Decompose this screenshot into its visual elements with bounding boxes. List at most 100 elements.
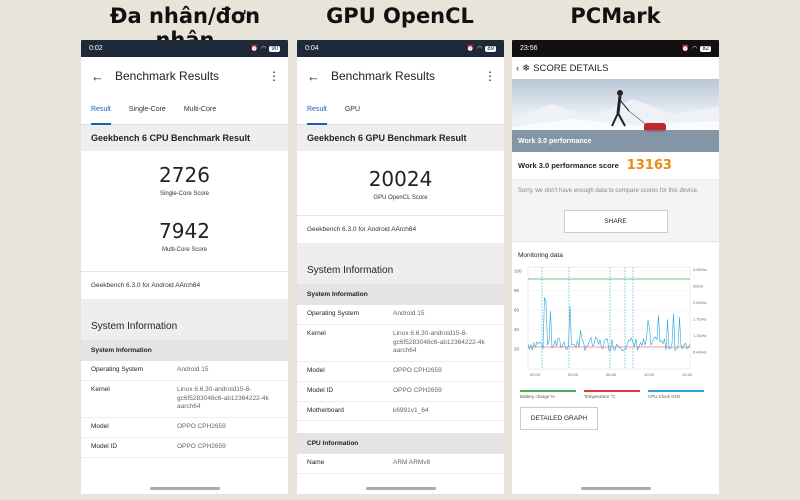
gpu-score-label: GPU OpenCL Score xyxy=(373,195,428,201)
subsection-header: System Information xyxy=(81,340,288,361)
gesture-bar[interactable] xyxy=(580,487,651,490)
tab-bar: Result GPU xyxy=(297,95,504,125)
single-core-label: Single-Core Score xyxy=(159,191,210,197)
alarm-icon: ⏰ xyxy=(250,46,259,52)
status-time: 0:02 xyxy=(89,45,103,52)
legend-label: Temperature °C xyxy=(584,394,616,400)
more-menu-icon[interactable]: ⋮ xyxy=(484,69,496,83)
multi-core-score: 7942 xyxy=(159,219,210,243)
hero-banner-text: Work 3.0 performance xyxy=(512,130,719,152)
compare-note: Sorry, we don't have enough data to comp… xyxy=(512,180,719,203)
row-value: OPPO CPH2659 xyxy=(177,423,226,431)
monitoring-chart: 100 80 60 40 20 3.4GHz 3GHz 2.6GHz 1.7GHz 1.3GHz… xyxy=(514,267,707,377)
x-tick-label: 13:40 xyxy=(682,372,693,377)
app-bar: ‹ ❄ SCORE DETAILS xyxy=(512,57,719,79)
column-title-pcmark: PCMark xyxy=(570,4,661,28)
back-arrow-icon[interactable]: ← xyxy=(307,69,331,84)
y2-tick-label: 0.4GHz xyxy=(693,350,707,355)
row-key: Model xyxy=(91,423,109,431)
phone-pcmark: 23:56 ⏰ ◠ 82 ‹ ❄ SCORE DETAILS Work 3.0 pe… xyxy=(512,40,719,494)
row-value: Android 15 xyxy=(177,366,209,373)
share-area: SHARE xyxy=(512,202,719,243)
section-title: System Information xyxy=(81,299,288,340)
tab-gpu[interactable]: GPU xyxy=(345,106,360,113)
x-tick-label: 10:00 xyxy=(644,372,655,377)
multi-core-label: Multi-Core Score xyxy=(161,247,207,253)
info-row-model: Model OPPO CPH2659 xyxy=(81,418,288,438)
row-key: Name xyxy=(307,459,325,467)
back-arrow-icon[interactable]: ← xyxy=(91,69,115,84)
info-row-cpu-name: Name ARM ARMv8 xyxy=(297,454,504,475)
multi-score-block: 7942 Multi-Core Score xyxy=(81,205,288,261)
score-label: Work 3.0 performance score xyxy=(518,161,619,170)
info-row-kernel: Kernel Linux 6.6.30-android15-8-gc6f52830… xyxy=(297,325,504,363)
info-row-model-id: Model ID OPPO CPH2659 xyxy=(81,438,288,458)
page-title: SCORE DETAILS xyxy=(533,62,609,74)
info-row-os: Operating System Android 15 xyxy=(297,305,504,325)
info-row-model-id: Model ID OPPO CPH2659 xyxy=(297,382,504,402)
y2-tick-label: 1.3GHz xyxy=(693,333,707,338)
tab-bar: Result Single-Core Multi-Core xyxy=(81,95,288,125)
status-time: 23:56 xyxy=(520,45,538,52)
cpu-info-header: CPU Information xyxy=(297,433,504,455)
back-chevron-icon[interactable]: ‹ xyxy=(516,63,519,74)
wifi-icon: ◠ xyxy=(477,46,483,52)
row-key: Model ID xyxy=(307,386,334,394)
legend-cpu: CPU Clock GHz xyxy=(648,390,704,399)
more-menu-icon[interactable]: ⋮ xyxy=(268,69,280,83)
row-key: Model ID xyxy=(91,442,118,450)
tab-single-core[interactable]: Single-Core xyxy=(129,106,166,113)
version-text: Geekbench 6.3.0 for Android AArch64 xyxy=(81,271,288,299)
chart-legend: Battery charge % Temperature °C CPU Cloc… xyxy=(512,390,719,399)
phone-geekbench-cpu: 0:02 ⏰ ◠ 90 ← Benchmark Results ⋮ Result S… xyxy=(81,40,288,494)
info-row-kernel: Kernel Linux 6.6.30-android15-8-gc6f52830… xyxy=(81,381,288,419)
row-value: ARM ARMv8 xyxy=(393,459,431,467)
row-value: Linux 6.6.30-android15-8-gc6f5283046c6-a… xyxy=(177,385,269,411)
y-tick-label: 40 xyxy=(514,327,520,332)
status-bar: 23:56 ⏰ ◠ 82 xyxy=(512,40,719,57)
hero-image: Work 3.0 performance xyxy=(512,79,719,152)
gpu-score: 20024 xyxy=(368,167,433,191)
tab-multi-core[interactable]: Multi-Core xyxy=(184,106,216,113)
x-tick-label: 00:00 xyxy=(530,372,541,377)
status-time: 0:04 xyxy=(305,45,319,52)
legend-temperature: Temperature °C xyxy=(584,390,640,399)
single-core-score: 2726 xyxy=(159,163,210,187)
share-button[interactable]: SHARE xyxy=(563,210,668,234)
wifi-icon: ◠ xyxy=(692,46,698,52)
battery-icon: 90 xyxy=(269,45,280,52)
subsection-header: System Information xyxy=(297,284,504,305)
battery-icon: 82 xyxy=(700,45,711,52)
x-tick-label: 06:40 xyxy=(606,372,617,377)
row-key: Operating System xyxy=(307,310,360,317)
column-title-gpu: GPU OpenCL xyxy=(326,4,474,28)
y2-tick-label: 1.7GHz xyxy=(693,317,707,322)
info-row-motherboard: Motherboard k6991v1_64 xyxy=(297,402,504,422)
y2-tick-label: 2.6GHz xyxy=(693,300,707,305)
status-bar: 0:04 ⏰ ◠ 89 xyxy=(297,40,504,57)
x-tick-label: 03:40 xyxy=(568,372,579,377)
y2-tick-label: 3GHz xyxy=(693,284,703,289)
row-value: OPPO CPH2659 xyxy=(177,442,226,450)
y-tick-label: 20 xyxy=(514,347,520,352)
wifi-icon: ◠ xyxy=(261,46,267,52)
detailed-graph-button[interactable]: DETAILED GRAPH xyxy=(520,407,598,431)
app-bar: ← Benchmark Results ⋮ xyxy=(81,57,288,95)
row-value: OPPO CPH2659 xyxy=(393,367,442,375)
y-tick-label: 60 xyxy=(514,308,520,313)
legend-label: Battery charge % xyxy=(520,394,555,400)
tab-result[interactable]: Result xyxy=(307,95,327,125)
gesture-bar[interactable] xyxy=(149,487,220,490)
legend-label: CPU Clock GHz xyxy=(648,394,681,400)
gesture-bar[interactable] xyxy=(365,487,436,490)
y-tick-label: 80 xyxy=(514,288,520,293)
row-value: k6991v1_64 xyxy=(393,406,429,414)
tab-result[interactable]: Result xyxy=(91,95,111,125)
result-header: Geekbench 6 GPU Benchmark Result xyxy=(297,125,504,151)
y-tick-label: 100 xyxy=(514,269,522,274)
page-title: Benchmark Results xyxy=(115,69,220,83)
row-key: Kernel xyxy=(307,329,326,337)
info-row-model: Model OPPO CPH2659 xyxy=(297,362,504,382)
result-header: Geekbench 6 CPU Benchmark Result xyxy=(81,125,288,151)
alarm-icon: ⏰ xyxy=(466,46,475,52)
